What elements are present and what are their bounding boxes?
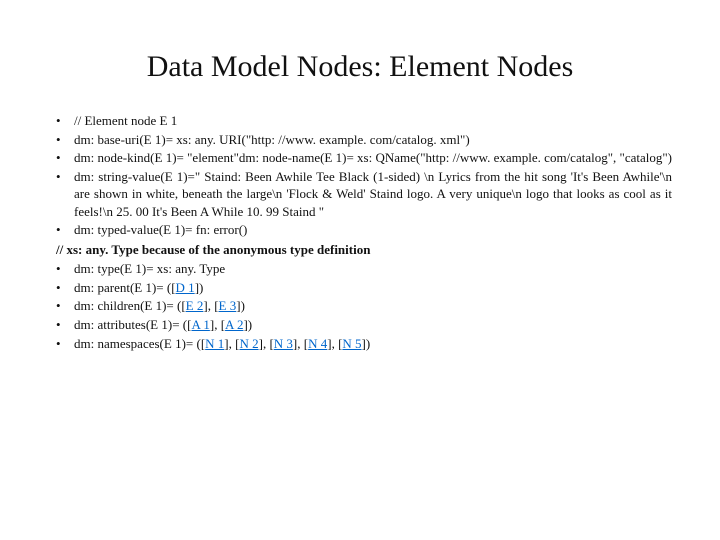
note-line: // xs: any. Type because of the anonymou… (48, 241, 672, 259)
text-run: ]) (195, 280, 204, 295)
bullet-item: dm: typed-value(E 1)= fn: error() (74, 221, 672, 239)
ref-link-a1[interactable]: A 1 (191, 317, 209, 332)
text-run: dm: children(E 1)= ([ (74, 298, 186, 313)
ref-link-n2[interactable]: N 2 (239, 336, 258, 351)
ref-link-e2[interactable]: E 2 (186, 298, 204, 313)
text-run: dm: namespaces(E 1)= ([ (74, 336, 205, 351)
bullet-item: dm: namespaces(E 1)= ([N 1], [N 2], [N 3… (74, 335, 672, 353)
bullet-item: dm: parent(E 1)= ([D 1]) (74, 279, 672, 297)
text-run: ], [ (327, 336, 342, 351)
ref-link-n5[interactable]: N 5 (342, 336, 361, 351)
bullet-item: dm: attributes(E 1)= ([A 1], [A 2]) (74, 316, 672, 334)
bullet-item: dm: node-kind(E 1)= "element"dm: node-na… (74, 149, 672, 167)
text-run: dm: attributes(E 1)= ([ (74, 317, 191, 332)
slide-title: Data Model Nodes: Element Nodes (48, 50, 672, 84)
bullet-list: // Element node E 1 dm: base-uri(E 1)= x… (48, 112, 672, 239)
ref-link-n3[interactable]: N 3 (274, 336, 293, 351)
ref-link-n4[interactable]: N 4 (308, 336, 327, 351)
text-run: ]) (362, 336, 371, 351)
ref-link-d1[interactable]: D 1 (176, 280, 195, 295)
text-run: dm: parent(E 1)= ([ (74, 280, 176, 295)
text-run: ]) (236, 298, 245, 313)
bullet-item: dm: base-uri(E 1)= xs: any. URI("http: /… (74, 131, 672, 149)
text-run: ]) (243, 317, 252, 332)
bullet-item: dm: type(E 1)= xs: any. Type (74, 260, 672, 278)
ref-link-e3[interactable]: E 3 (219, 298, 237, 313)
bullet-item: // Element node E 1 (74, 112, 672, 130)
slide-body: // Element node E 1 dm: base-uri(E 1)= x… (48, 112, 672, 352)
bullet-list-2: dm: type(E 1)= xs: any. Type dm: parent(… (48, 260, 672, 352)
text-run: ], [ (210, 317, 225, 332)
text-run: ], [ (203, 298, 218, 313)
ref-link-n1[interactable]: N 1 (205, 336, 224, 351)
ref-link-a2[interactable]: A 2 (225, 317, 243, 332)
text-run: ], [ (224, 336, 239, 351)
text-run: ], [ (293, 336, 308, 351)
bullet-item: dm: string-value(E 1)=" Staind: Been Awh… (74, 168, 672, 221)
text-run: ], [ (259, 336, 274, 351)
bullet-item: dm: children(E 1)= ([E 2], [E 3]) (74, 297, 672, 315)
